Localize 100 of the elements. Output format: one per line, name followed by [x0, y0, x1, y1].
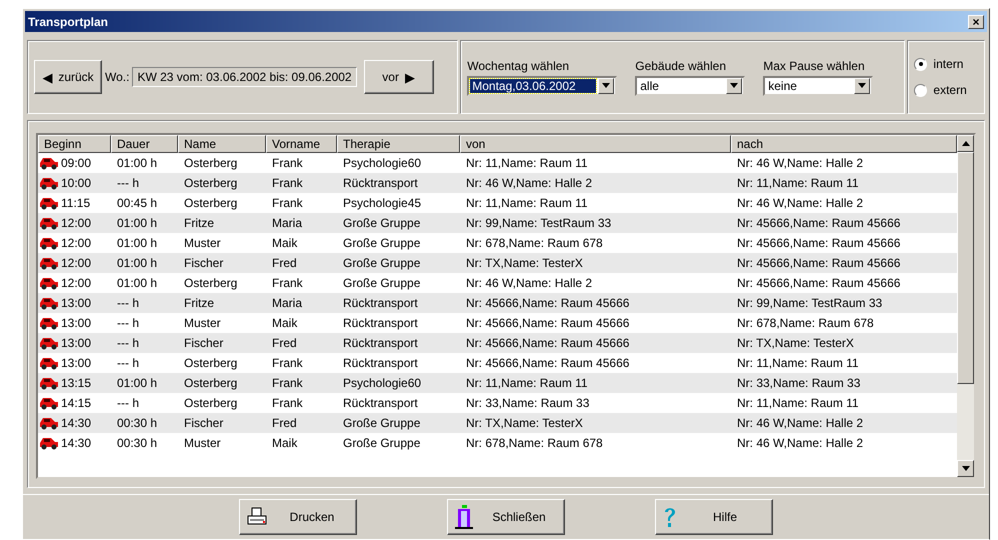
- table-cell: Rücktransport: [343, 316, 418, 330]
- table-cell: Nr: 46 W,Name: Halle 2: [737, 196, 864, 210]
- table-cell: Rücktransport: [343, 336, 418, 350]
- table-cell: Nr: 11,Name: Raum 11: [737, 176, 859, 190]
- table-cell: 10:00: [61, 176, 92, 190]
- car-icon: [39, 176, 59, 190]
- table-cell: 13:00: [61, 296, 92, 310]
- filter-label: Max Pause wählen: [763, 58, 866, 72]
- table-cell: Nr: 45666,Name: Raum 45666: [737, 216, 900, 230]
- table-cell: Nr: 46 W,Name: Halle 2: [737, 156, 864, 170]
- column-header[interactable]: Beginn: [38, 135, 111, 153]
- table-cell: 13:00: [61, 356, 92, 370]
- table-cell: Fischer: [184, 336, 224, 350]
- table-cell: Nr: 33,Name: Raum 33: [466, 396, 590, 410]
- table-row[interactable]: 14:30 00:30 h Fischer Fred Große Gruppe Nr: TX,Name: TesterX Nr: 46 W,Name: Halle 2: [38, 413, 957, 433]
- week-label: Wo.:: [105, 70, 130, 84]
- table-cell: 01:00 h: [117, 376, 158, 390]
- table-cell: 09:00: [61, 156, 92, 170]
- table-cell: 14:15: [61, 396, 92, 410]
- car-icon: [39, 216, 59, 230]
- table-cell: 12:00: [61, 216, 92, 230]
- table-cell: Rücktransport: [343, 176, 418, 190]
- table-cell: Nr: TX,Name: TesterX: [466, 256, 583, 270]
- table-cell: Nr: 99,Name: TestRaum 33: [466, 216, 612, 230]
- table-cell: Fred: [272, 256, 297, 270]
- door-icon: [454, 505, 474, 529]
- dialog-button[interactable]: Drucken: [239, 499, 357, 535]
- car-icon: [39, 356, 59, 370]
- table-cell: Nr: 46 W,Name: Halle 2: [466, 176, 592, 190]
- table-cell: Osterberg: [184, 276, 238, 290]
- table-cell: Fred: [272, 336, 297, 350]
- table-cell: 13:00: [61, 336, 92, 350]
- table-cell: 00:45 h: [117, 196, 158, 210]
- table-row[interactable]: 10:00 --- h Osterberg Frank Rücktransport Nr: 46 W,Name: Halle 2 Nr: 11,Name: Raum 11: [38, 173, 957, 193]
- table-cell: Fritze: [184, 296, 214, 310]
- car-icon: [39, 236, 59, 250]
- dropdown-arrow-icon: [602, 83, 610, 88]
- dropdown[interactable]: keine: [763, 76, 874, 96]
- column-header[interactable]: Therapie: [337, 135, 460, 153]
- table-row[interactable]: 12:00 01:00 h Fischer Fred Große Gruppe Nr: TX,Name: TesterX Nr: 45666,Name: Raum 45666: [38, 253, 957, 273]
- table-cell: --- h: [117, 296, 139, 310]
- table-cell: Frank: [272, 276, 303, 290]
- table-cell: 12:00: [61, 256, 92, 270]
- car-icon: [39, 396, 59, 410]
- car-icon: [39, 376, 59, 390]
- table-cell: Nr: TX,Name: TesterX: [737, 336, 854, 350]
- column-header[interactable]: Name: [178, 135, 266, 153]
- scrollbar[interactable]: [957, 135, 974, 477]
- table-cell: Nr: TX,Name: TesterX: [466, 416, 583, 430]
- car-icon: [39, 196, 59, 210]
- table-cell: Nr: 678,Name: Raum 678: [737, 316, 874, 330]
- table-row[interactable]: 13:00 --- h Fischer Fred Rücktransport Nr: 45666,Name: Raum 45666 Nr: TX,Name: TesterX: [38, 333, 957, 353]
- table-cell: Maria: [272, 216, 302, 230]
- table-cell: 01:00 h: [117, 236, 158, 250]
- scroll-down-icon: [962, 466, 970, 471]
- back-button[interactable]: ◀ zurück: [34, 60, 102, 94]
- table-cell: Nr: 11,Name: Raum 11: [737, 396, 859, 410]
- column-header[interactable]: Dauer: [111, 135, 178, 153]
- table-cell: 13:15: [61, 376, 92, 390]
- table-cell: Große Gruppe: [343, 436, 420, 450]
- radio-button[interactable]: extern: [914, 83, 967, 97]
- table-row[interactable]: 12:00 01:00 h Fritze Maria Große Gruppe Nr: 99,Name: TestRaum 33 Nr: 45666,Name: Raum 45666: [38, 213, 957, 233]
- question-mark-icon: [662, 506, 678, 528]
- radio-button[interactable]: intern: [914, 57, 967, 71]
- car-icon: [39, 436, 59, 450]
- table-row[interactable]: 13:15 01:00 h Osterberg Frank Psychologie60 Nr: 11,Name: Raum 11 Nr: 33,Name: Raum 33: [38, 373, 957, 393]
- table-cell: Frank: [272, 196, 303, 210]
- table-cell: Osterberg: [184, 156, 238, 170]
- table-cell: Nr: 46 W,Name: Halle 2: [737, 436, 864, 450]
- table-cell: Nr: 678,Name: Raum 678: [466, 436, 603, 450]
- dialog-button[interactable]: Schließen: [447, 499, 565, 535]
- table-cell: Maik: [272, 436, 298, 450]
- week-field: KW 23 vom: 03.06.2002 bis: 09.06.2002: [132, 67, 357, 87]
- printer-icon: [246, 507, 268, 527]
- table-cell: Frank: [272, 376, 303, 390]
- table-cell: --- h: [117, 356, 139, 370]
- column-header[interactable]: von: [460, 135, 731, 153]
- forward-button[interactable]: vor ▶: [364, 60, 434, 94]
- table-cell: 11:15: [61, 196, 90, 210]
- close-button[interactable]: ×: [968, 14, 984, 28]
- dialog-button[interactable]: Hilfe: [655, 499, 773, 535]
- table-cell: Fred: [272, 416, 297, 430]
- table-cell: Osterberg: [184, 196, 238, 210]
- table-cell: Maik: [272, 236, 298, 250]
- table-cell: 01:00 h: [117, 256, 158, 270]
- dropdown[interactable]: Montag,03.06.2002: [467, 76, 618, 96]
- dropdown[interactable]: alle: [635, 76, 746, 96]
- table-cell: Große Gruppe: [343, 236, 420, 250]
- table-cell: 00:30 h: [117, 416, 158, 430]
- filter-label: Gebäude wählen: [635, 58, 727, 72]
- table-cell: Nr: 45666,Name: Raum 45666: [466, 336, 630, 350]
- table-cell: Frank: [272, 156, 303, 170]
- table-row[interactable]: 13:00 --- h Fritze Maria Rücktransport Nr: 45666,Name: Raum 45666 Nr: 99,Name: TestRaum 33: [38, 293, 957, 313]
- table-cell: Osterberg: [184, 376, 238, 390]
- table-cell: Rücktransport: [343, 296, 418, 310]
- column-header[interactable]: nach: [731, 135, 957, 153]
- table-cell: Nr: 45666,Name: Raum 45666: [737, 256, 900, 270]
- table-cell: Fischer: [184, 416, 224, 430]
- column-header[interactable]: Vorname: [266, 135, 337, 153]
- table-cell: Nr: 45666,Name: Raum 45666: [737, 276, 900, 290]
